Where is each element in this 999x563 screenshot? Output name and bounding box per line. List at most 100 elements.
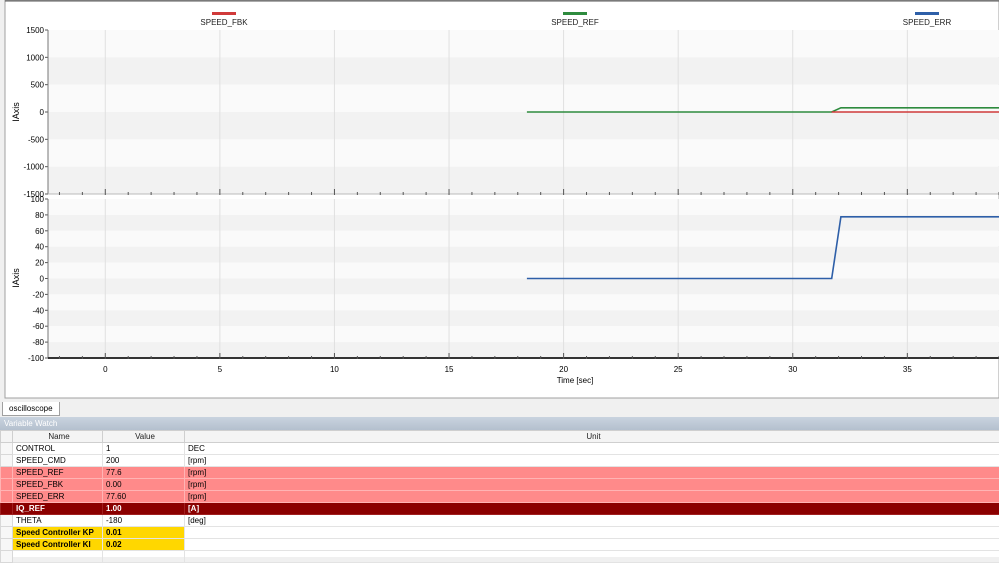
variable-name: SPEED_CMD xyxy=(13,455,103,467)
variable-unit: [rpm] xyxy=(185,467,999,479)
row-selector[interactable] xyxy=(1,539,13,551)
grid-band xyxy=(48,310,999,326)
x-tick-label: 25 xyxy=(674,365,683,374)
y-tick-label: -1000 xyxy=(24,163,45,172)
legend-label: SPEED_REF xyxy=(551,18,599,27)
variable-unit: [rpm] xyxy=(185,491,999,503)
variable-value[interactable]: 0.02 xyxy=(103,539,185,551)
row-selector[interactable] xyxy=(1,491,13,503)
y-tick-label: 100 xyxy=(31,195,45,204)
variable-value[interactable]: 77.6 xyxy=(103,467,185,479)
watch-row-speed-ki[interactable]: Speed Controller KI 0.02 xyxy=(1,539,999,551)
grid-band xyxy=(48,231,999,247)
y-tick-label: 80 xyxy=(35,211,44,220)
header-selector xyxy=(1,431,13,443)
y-tick-label: 0 xyxy=(40,108,45,117)
variable-name: Speed Controller KI xyxy=(13,539,103,551)
x-tick-label: 10 xyxy=(330,365,339,374)
grid-band xyxy=(48,263,999,279)
legend-label: SPEED_ERR xyxy=(903,18,952,27)
bottom-plot-area[interactable]: 100 80 60 40 20 0 -20 -40 -60 -80 -100 xyxy=(28,195,999,363)
x-tick-label: 15 xyxy=(445,365,454,374)
y-tick-label: 0 xyxy=(40,275,45,284)
y-tick-label: 1000 xyxy=(26,53,44,62)
watch-row-theta[interactable]: THETA -180 [deg] xyxy=(1,515,999,527)
row-selector[interactable] xyxy=(1,467,13,479)
legend-swatch xyxy=(563,12,587,15)
variable-value[interactable]: 77.60 xyxy=(103,491,185,503)
variable-name: IQ_REF xyxy=(13,503,103,515)
variable-unit xyxy=(185,527,999,539)
variable-value[interactable]: 0.00 xyxy=(103,479,185,491)
variable-value[interactable]: 0.01 xyxy=(103,527,185,539)
row-selector[interactable] xyxy=(1,443,13,455)
x-tick-label: 20 xyxy=(559,365,568,374)
variable-value[interactable]: 200 xyxy=(103,455,185,467)
y-tick-label: -80 xyxy=(32,338,44,347)
watch-row-iq-ref[interactable]: IQ_REF 1.00 [A] xyxy=(1,503,999,515)
variable-name: SPEED_REF xyxy=(13,467,103,479)
watch-row-control[interactable]: CONTROL 1 DEC xyxy=(1,443,999,455)
y-tick-label: -40 xyxy=(32,306,44,315)
variable-name: Speed Controller KP xyxy=(13,527,103,539)
grid-band xyxy=(48,167,999,194)
x-tick-label: 0 xyxy=(103,365,108,374)
watch-row-speed-ref[interactable]: SPEED_REF 77.6 [rpm] xyxy=(1,467,999,479)
variable-unit: [deg] xyxy=(185,515,999,527)
variable-value[interactable]: 1 xyxy=(103,443,185,455)
tab-bar: oscilloscope xyxy=(0,401,999,416)
header-unit[interactable]: Unit xyxy=(185,431,999,443)
top-y-axis-label: IAxis xyxy=(11,102,21,122)
header-name[interactable]: Name xyxy=(13,431,103,443)
y-tick-label: 60 xyxy=(35,227,44,236)
legend-swatch xyxy=(212,12,236,15)
watch-row-speed-kp[interactable]: Speed Controller KP 0.01 xyxy=(1,527,999,539)
y-tick-label: -100 xyxy=(28,354,45,363)
grid-band xyxy=(48,139,999,166)
variable-name: SPEED_ERR xyxy=(13,491,103,503)
watch-header-row: Name Value Unit xyxy=(1,431,999,443)
watch-row-speed-fbk[interactable]: SPEED_FBK 0.00 [rpm] xyxy=(1,479,999,491)
variable-watch-title: Variable Watch xyxy=(0,417,999,430)
y-tick-label: -20 xyxy=(32,290,44,299)
y-tick-label: 40 xyxy=(35,243,44,252)
x-tick-label: 35 xyxy=(903,365,912,374)
y-tick-label: 20 xyxy=(35,259,44,268)
variable-unit: [rpm] xyxy=(185,455,999,467)
variable-value[interactable]: -180 xyxy=(103,515,185,527)
grid-band xyxy=(48,199,999,215)
grid-band xyxy=(48,294,999,310)
legend-label: SPEED_FBK xyxy=(200,18,248,27)
variable-unit xyxy=(185,539,999,551)
tab-oscilloscope[interactable]: oscilloscope xyxy=(2,402,60,416)
oscilloscope-panel: SPEED_FBK SPEED_REF SPEED_ERR IAxis IAxi… xyxy=(0,0,999,401)
variable-name: THETA xyxy=(13,515,103,527)
x-tick-label: 30 xyxy=(788,365,797,374)
variable-watch-table: Name Value Unit CONTROL 1 DEC SPEED_CMD … xyxy=(0,430,999,557)
y-tick-label: 1500 xyxy=(26,26,44,35)
bottom-y-axis-label: IAxis xyxy=(11,268,21,288)
grid-band xyxy=(48,57,999,84)
variable-unit: [rpm] xyxy=(185,479,999,491)
grid-band xyxy=(48,247,999,263)
legend-swatch xyxy=(915,12,939,15)
watch-row-speed-cmd[interactable]: SPEED_CMD 200 [rpm] xyxy=(1,455,999,467)
top-plot-area[interactable]: 150010005000-500-1000-1500 xyxy=(24,26,999,199)
header-value[interactable]: Value xyxy=(103,431,185,443)
row-selector[interactable] xyxy=(1,455,13,467)
grid-band xyxy=(48,279,999,295)
row-selector[interactable] xyxy=(1,527,13,539)
row-selector[interactable] xyxy=(1,479,13,491)
oscilloscope-plot[interactable]: SPEED_FBK SPEED_REF SPEED_ERR IAxis IAxi… xyxy=(0,0,999,401)
x-axis-label: Time [sec] xyxy=(557,376,594,385)
watch-row-speed-err[interactable]: SPEED_ERR 77.60 [rpm] xyxy=(1,491,999,503)
row-selector[interactable] xyxy=(1,515,13,527)
y-tick-label: -500 xyxy=(28,135,45,144)
row-selector[interactable] xyxy=(1,503,13,515)
variable-value[interactable]: 1.00 xyxy=(103,503,185,515)
variable-unit: DEC xyxy=(185,443,999,455)
grid-band xyxy=(48,342,999,358)
y-tick-label: -60 xyxy=(32,322,44,331)
variable-name: SPEED_FBK xyxy=(13,479,103,491)
grid-band xyxy=(48,326,999,342)
